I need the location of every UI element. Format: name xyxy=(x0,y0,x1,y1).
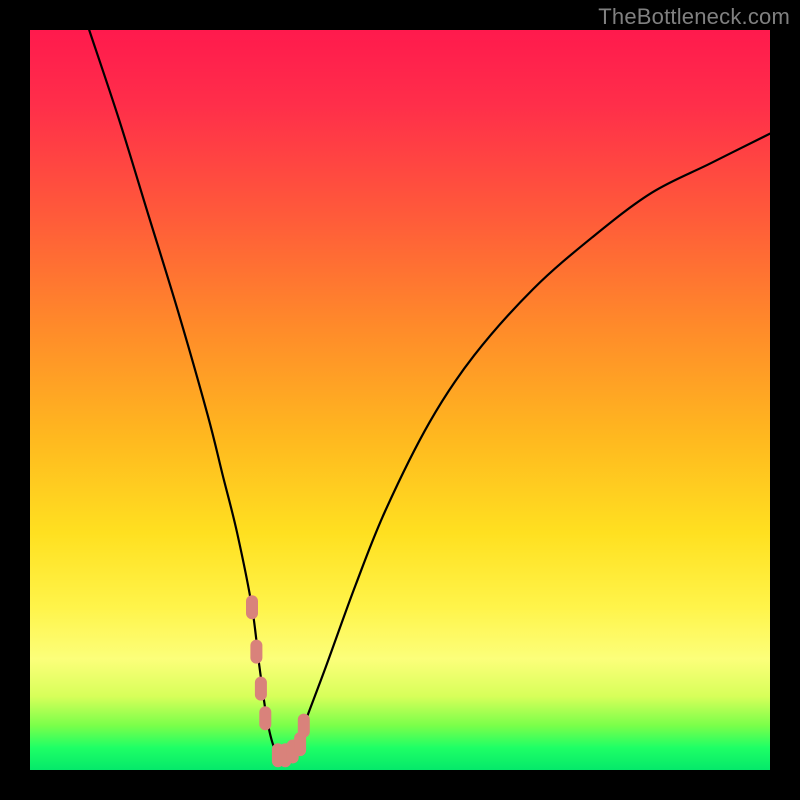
highlight-point xyxy=(246,595,258,619)
chart-frame: TheBottleneck.com xyxy=(0,0,800,800)
bottleneck-curve xyxy=(89,30,770,756)
highlight-point xyxy=(250,640,262,664)
curve-layer xyxy=(30,30,770,770)
highlight-point xyxy=(259,706,271,730)
highlight-points xyxy=(246,595,310,767)
highlight-point xyxy=(255,677,267,701)
plot-area xyxy=(30,30,770,770)
watermark-text: TheBottleneck.com xyxy=(598,4,790,30)
highlight-point xyxy=(298,714,310,738)
